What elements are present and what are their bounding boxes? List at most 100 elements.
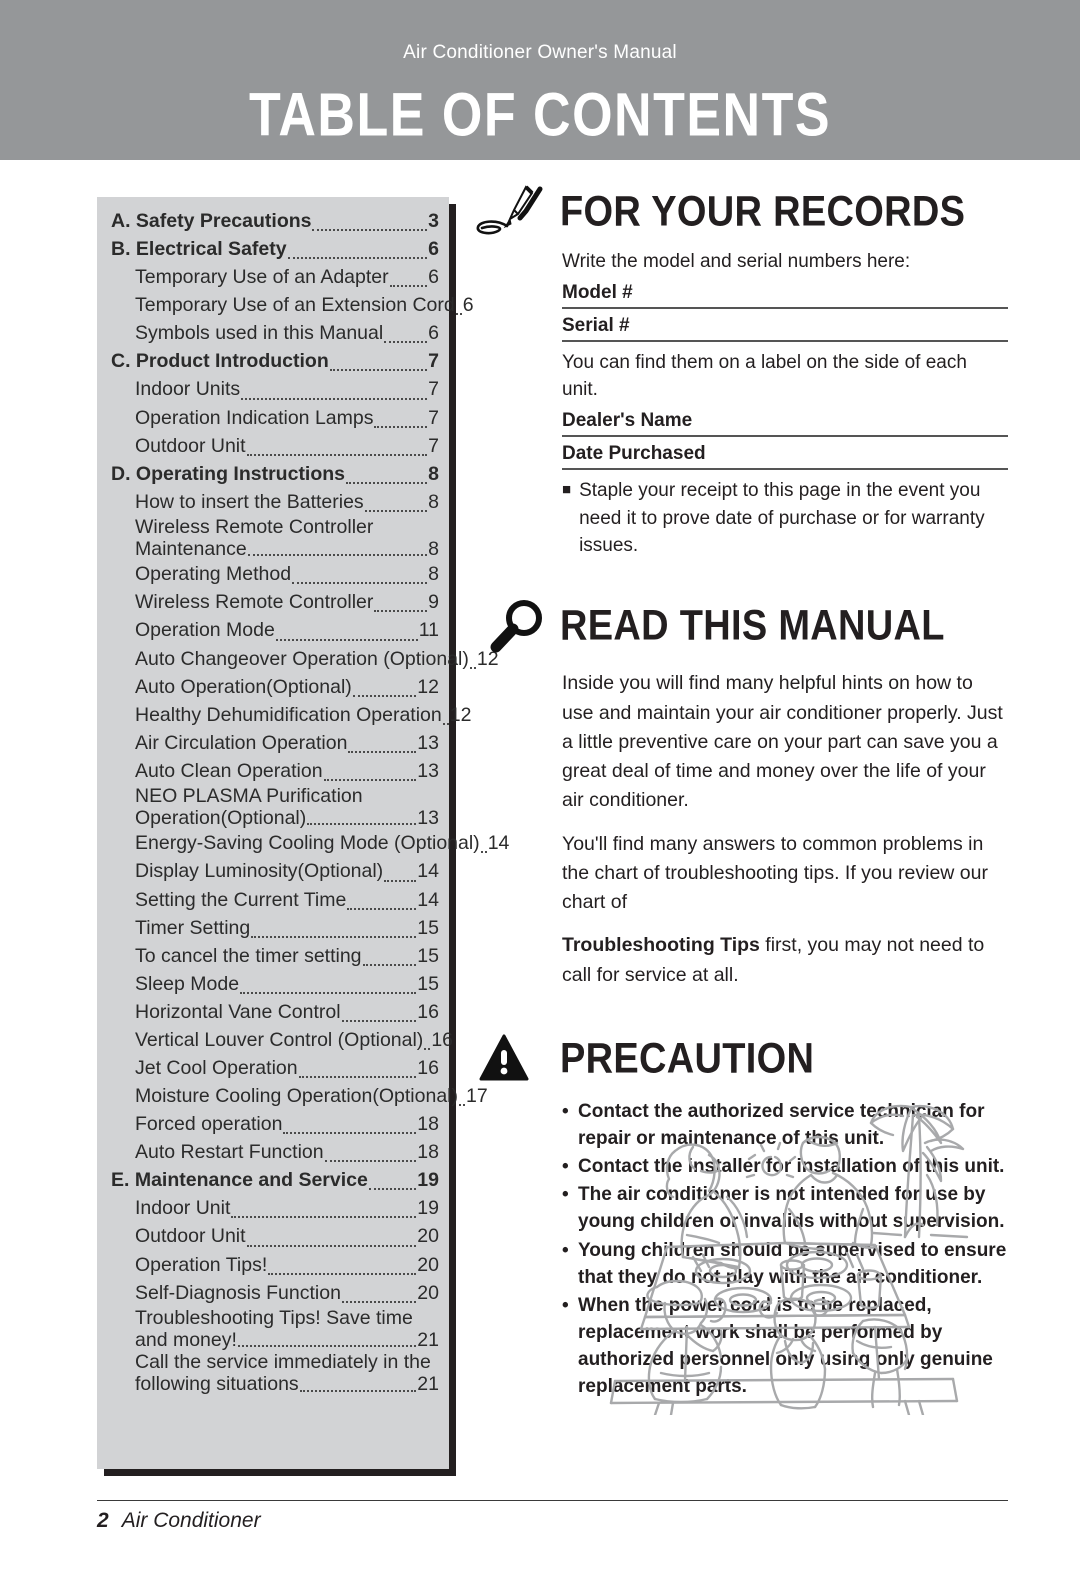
toc-entry[interactable]: B. Electrical Safety 6 <box>107 235 439 263</box>
toc-entry[interactable]: A. Safety Precautions 3 <box>107 207 439 235</box>
toc-entry[interactable]: Setting the Current Time 14 <box>107 886 439 914</box>
records-intro-text: Write the model and serial numbers here: <box>562 251 911 272</box>
toc-entry-label: E. Maintenance and Service <box>111 1169 368 1192</box>
toc-entry[interactable]: Indoor Unit 19 <box>107 1194 439 1222</box>
footer-divider <box>97 1500 1008 1501</box>
toc-entry[interactable]: Symbols used in this Manual 6 <box>107 319 439 347</box>
toc-page-number: 6 <box>462 294 474 317</box>
toc-entry[interactable]: Auto Restart Function 18 <box>107 1138 439 1166</box>
toc-page-number: 14 <box>417 888 439 911</box>
toc-entry-label-cont: Operation(Optional) <box>135 807 307 830</box>
toc-entry-label: Troubleshooting Tips! Save time <box>135 1306 413 1329</box>
toc-entry[interactable]: Indoor Units 7 <box>107 375 439 403</box>
pen-icon <box>474 183 560 241</box>
toc-leader-dots <box>346 481 428 484</box>
toc-page-number: 18 <box>417 1113 439 1136</box>
toc-entry[interactable]: Auto Clean Operation 13 <box>107 757 439 785</box>
toc-leader-dots <box>348 750 417 753</box>
toc-page-number: 13 <box>417 731 439 754</box>
toc-entry[interactable]: Energy-Saving Cooling Mode (Optional) 14 <box>107 829 509 857</box>
toc-entry[interactable]: Operation Mode 11 <box>107 616 439 644</box>
toc-entry[interactable]: Operation Tips! 20 <box>107 1251 439 1279</box>
toc-page-number: 15 <box>417 944 439 967</box>
toc-entry-label: Temporary Use of an Adapter <box>135 266 389 289</box>
toc-entry[interactable]: Display Luminosity(Optional) 14 <box>107 857 439 885</box>
toc-entry-label: Operating Method <box>135 563 292 586</box>
toc-page-number: 21 <box>417 1328 439 1351</box>
toc-entry-label-cont: following situations <box>135 1373 299 1396</box>
toc-entry-label: Temporary Use of an Extension Cord <box>135 294 455 317</box>
toc-entry-label-cont: Maintenance <box>135 538 247 561</box>
toc-page-number: 8 <box>428 563 439 586</box>
toc-entry[interactable]: C. Product Introduction 7 <box>107 347 439 375</box>
toc-entry[interactable]: Troubleshooting Tips! Save time and money… <box>107 1307 439 1351</box>
toc-leader-dots <box>362 963 417 966</box>
toc-leader-dots <box>283 1131 417 1135</box>
toc-page-number: 9 <box>428 591 439 614</box>
toc-entry-label: Setting the Current Time <box>135 888 347 911</box>
read-manual-paragraph-2: You'll find many answers to common probl… <box>562 832 988 914</box>
troubleshooting-tips-bold: Troubleshooting Tips <box>562 934 760 957</box>
toc-entry[interactable]: To cancel the timer setting 15 <box>107 942 439 970</box>
toc-leader-dots <box>299 1389 417 1392</box>
toc-entry[interactable]: E. Maintenance and Service 19 <box>107 1166 439 1194</box>
dealer-name-field[interactable]: Dealer's Name <box>562 404 1008 438</box>
date-purchased-field[interactable]: Date Purchased <box>562 437 1008 471</box>
toc-entry[interactable]: Self-Diagnosis Function 20 <box>107 1279 439 1307</box>
toc-entry-label: Indoor Units <box>135 378 241 401</box>
toc-leader-dots <box>307 822 417 826</box>
toc-entry-label: Display Luminosity(Optional) <box>135 860 384 883</box>
toc-entry[interactable]: Operating Method 8 <box>107 560 439 588</box>
toc-entry[interactable]: Auto Changeover Operation (Optional) 12 <box>107 645 499 673</box>
toc-page-number: 20 <box>417 1281 439 1304</box>
toc-page-number: 18 <box>417 1141 439 1164</box>
toc-entry[interactable]: Wireless Remote Controller Maintenance 8 <box>107 516 439 560</box>
page-header-banner: Air Conditioner Owner's Manual TABLE OF … <box>0 0 1080 160</box>
toc-leader-dots <box>231 1215 417 1219</box>
toc-entry[interactable]: Wireless Remote Controller 9 <box>107 588 439 616</box>
toc-leader-dots <box>364 509 428 512</box>
toc-leader-dots <box>268 1272 417 1275</box>
toc-entry[interactable]: Jet Cool Operation 16 <box>107 1054 439 1082</box>
toc-entry[interactable]: Outdoor Unit 20 <box>107 1222 439 1250</box>
read-manual-paragraph-1: Inside you will find many helpful hints … <box>562 672 1003 812</box>
warning-triangle-icon <box>474 1030 560 1088</box>
model-number-field[interactable]: Model # <box>562 276 1008 309</box>
toc-entry[interactable]: Healthy Dehumidification Operation 12 <box>107 701 471 729</box>
toc-page-number: 6 <box>428 266 439 289</box>
toc-page-number: 6 <box>428 238 439 261</box>
toc-entry-label: Forced operation <box>135 1113 283 1136</box>
read-manual-paragraph-3: Troubleshooting Tips first, you may not … <box>562 931 1008 990</box>
read-this-manual-body: Inside you will find many helpful hints … <box>474 669 1008 990</box>
toc-entry[interactable]: Outdoor Unit 7 <box>107 432 439 460</box>
toc-entry-label: Wireless Remote Controller <box>135 591 374 614</box>
toc-entry[interactable]: Vertical Louver Control (Optional) 16 <box>107 1026 453 1054</box>
toc-entry[interactable]: Air Circulation Operation 13 <box>107 729 439 757</box>
toc-entry-label: D. Operating Instructions <box>111 462 346 485</box>
footer: 2 Air Conditioner <box>97 1509 261 1533</box>
toc-entry[interactable]: Timer Setting 15 <box>107 914 439 942</box>
toc-entry[interactable]: Temporary Use of an Extension Cord 6 <box>107 291 474 319</box>
toc-entry[interactable]: Forced operation 18 <box>107 1110 439 1138</box>
toc-entry[interactable]: D. Operating Instructions 8 <box>107 460 439 488</box>
read-this-manual-title: READ THIS MANUAL <box>560 602 945 650</box>
toc-entry[interactable]: How to insert the Batteries 8 <box>107 488 439 516</box>
serial-number-field[interactable]: Serial # <box>562 309 1008 342</box>
toc-entry[interactable]: Call the service immediately in the follo… <box>107 1351 439 1395</box>
toc-page-number: 15 <box>417 916 439 939</box>
toc-entry-label: Jet Cool Operation <box>135 1056 298 1079</box>
toc-entry-label: Auto Operation(Optional) <box>135 675 352 698</box>
toc-entry[interactable]: NEO PLASMA Purification Operation(Optiona… <box>107 785 439 829</box>
toc-leader-dots <box>389 284 428 288</box>
toc-entry[interactable]: Operation Indication Lamps 7 <box>107 404 439 432</box>
toc-entry[interactable]: Sleep Mode 15 <box>107 970 439 998</box>
toc-entry-label: How to insert the Batteries <box>135 490 364 513</box>
toc-leader-dots <box>324 1159 417 1163</box>
toc-page-number: 7 <box>428 378 439 401</box>
toc-entry[interactable]: Auto Operation(Optional) 12 <box>107 673 439 701</box>
toc-page-number: 20 <box>417 1253 439 1276</box>
toc-entry[interactable]: Moisture Cooling Operation(Optional) 17 <box>107 1082 488 1110</box>
toc-entry-label: A. Safety Precautions <box>111 210 312 232</box>
toc-entry[interactable]: Temporary Use of an Adapter 6 <box>107 263 439 291</box>
toc-entry[interactable]: Horizontal Vane Control 16 <box>107 998 439 1026</box>
